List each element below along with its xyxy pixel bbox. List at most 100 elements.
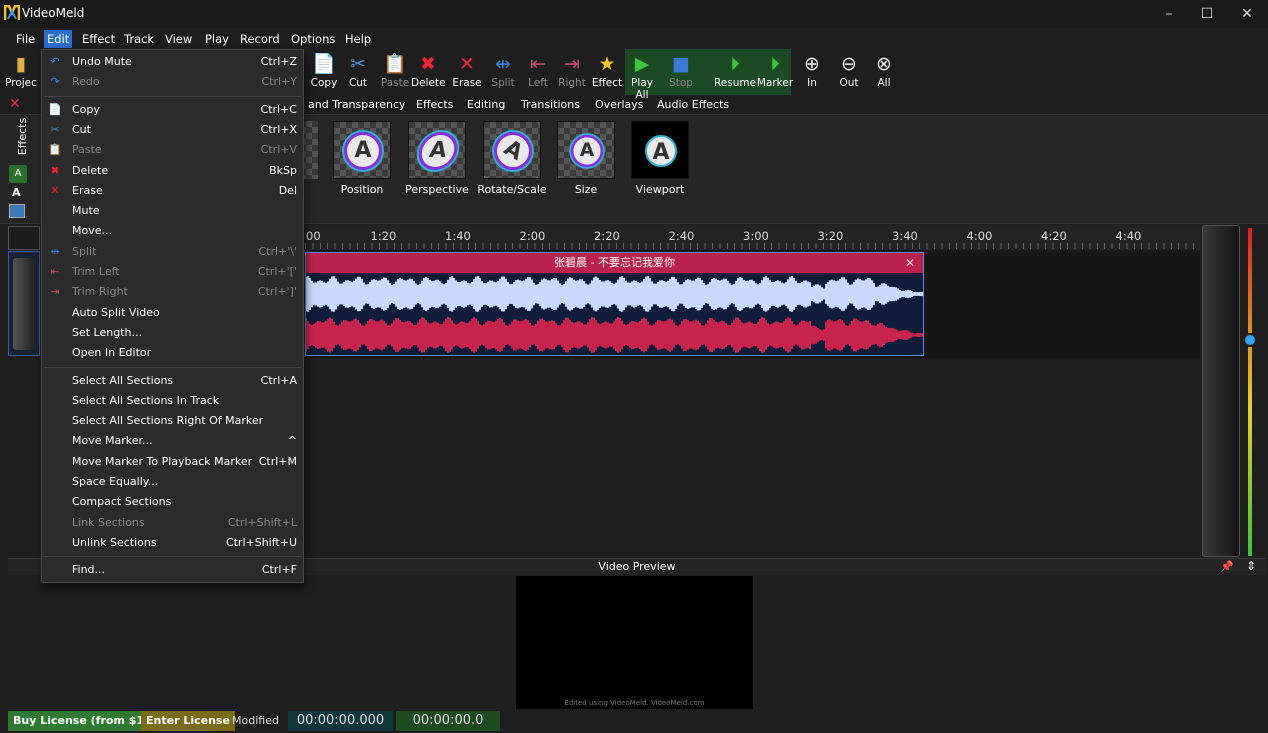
text-a-icon[interactable]: A [12,186,21,199]
audio-clip[interactable]: 张碧晨 - 不要忘记我爱你 ✕ [305,252,924,356]
effect-size[interactable]: A Size [551,121,621,196]
menu-item-label: Set Length... [72,325,142,339]
menu-item-shortcut: Ctrl+Y [261,75,297,89]
toolbar-label: Delete [411,77,446,89]
toolbar-effect-button[interactable]: ★ Effect [590,49,624,95]
menu-item-mute[interactable]: Mute [42,201,303,221]
menu-item-trim-left[interactable]: ⇤ Trim Left Ctrl+'[' [42,262,303,282]
toolbar-out-button[interactable]: ⊖ Out [832,49,866,95]
buy-license-button[interactable]: Buy License (from $19) [8,711,162,731]
toolbar-in-button[interactable]: ⊕ In [795,49,829,95]
effects-side-label[interactable]: Effects [16,118,29,155]
menu-item-open-in-editor[interactable]: Open In Editor [42,343,303,363]
tab-audio-effects[interactable]: Audio Effects [657,96,729,114]
toolbar-right-button[interactable]: ⇥ Right [555,49,589,95]
menu-record[interactable]: Record [237,30,283,48]
toolbar-split-button[interactable]: ⇹ Split [486,49,520,95]
toolbar-delete-button[interactable]: ✖ Delete [411,49,446,95]
menu-track[interactable]: Track [121,30,157,48]
star-icon: ★ [598,53,616,75]
close-panel-icon[interactable]: ✕ [9,96,21,112]
toolbar-erase-button[interactable]: ✕ Erase [450,49,484,95]
project-button[interactable]: ▮ Projec [4,49,38,95]
videomeld-logo-icon [4,5,20,21]
volume-knob[interactable] [1243,333,1257,347]
menu-item-cut[interactable]: ✂ Cut Ctrl+X [42,120,303,140]
tab-effects[interactable]: Effects [416,96,453,114]
menu-item-undo-mute[interactable]: ↶ Undo Mute Ctrl+Z [42,52,303,72]
menu-item-move-marker[interactable]: Move Marker... ^ [42,431,303,451]
menu-effect[interactable]: Effect [79,30,118,48]
menu-item-shortcut: Ctrl+Z [260,55,297,68]
ruler-label: 4:00 [966,229,993,243]
menu-item-shortcut: Ctrl+X [260,122,297,136]
menu-item-set-length[interactable]: Set Length... [42,323,303,343]
enter-license-button[interactable]: Enter License [141,711,235,731]
clip-close-icon[interactable]: ✕ [905,253,919,273]
menu-item-label: Link Sections [72,515,145,529]
track-header[interactable] [8,251,40,356]
toolbar-cut-button[interactable]: ✂ Cut [341,49,375,95]
close-window-button[interactable]: ✕ [1224,0,1268,28]
menu-item-find[interactable]: Find... Ctrl+F [42,560,303,580]
effect-perspective[interactable]: A Perspective [402,121,472,196]
toolbar-paste-button[interactable]: 📋 Paste [378,49,412,95]
effect-thumbnail: A [631,121,689,179]
menu-item-unlink-sections[interactable]: Unlink Sections Ctrl+Shift+U [42,533,303,553]
menu-item-select-all-sections[interactable]: Select All Sections Ctrl+A [42,371,303,391]
menu-play[interactable]: Play [202,30,232,48]
menu-item-select-right-of-marker[interactable]: Select All Sections Right Of Marker [42,411,303,431]
toolbar-play-all-button[interactable]: ▶ Play All [625,49,659,101]
track-volume-slider[interactable] [13,258,35,350]
toolbar-marker-button[interactable]: ⏵ Marker [755,49,795,95]
tab-transitions[interactable]: Transitions [521,96,580,114]
menu-item-link-sections[interactable]: Link Sections Ctrl+Shift+L [42,513,303,533]
menu-item-compact-sections[interactable]: Compact Sections [42,492,303,512]
menu-item-delete[interactable]: ✖ Delete BkSp [42,161,303,181]
toolbar-label: Out [839,77,859,89]
image-icon[interactable] [9,204,25,218]
menu-item-erase[interactable]: ✕ Erase Del [42,181,303,201]
tab-transparency[interactable]: and Transparency [308,96,406,114]
toolbar-left-button[interactable]: ⇤ Left [521,49,555,95]
clip-title: 张碧晨 - 不要忘记我爱你 [306,253,923,273]
menu-view[interactable]: View [162,30,195,48]
menu-item-move[interactable]: Move... [42,221,303,241]
expand-icon[interactable]: ⇕ [1246,559,1256,573]
toolbar-copy-button[interactable]: 📄 Copy [307,49,341,95]
menu-item-paste[interactable]: 📋 Paste Ctrl+V [42,140,303,160]
master-volume-slider[interactable] [1202,225,1240,557]
menu-item-label: Find... [72,563,106,577]
menu-item-split[interactable]: ⇹ Split Ctrl+'\' [42,242,303,262]
waveform-bottom [306,317,923,353]
effect-rotate-scale[interactable]: A Rotate/Scale [477,121,547,196]
menu-item-select-all-in-track[interactable]: Select All Sections In Track [42,391,303,411]
left-input-box[interactable] [8,226,40,250]
ruler-label: 1:40 [445,229,471,243]
menu-item-copy[interactable]: 📄 Copy Ctrl+C [42,100,303,120]
menu-help[interactable]: Help [342,30,374,48]
effect-a-icon[interactable]: A [9,165,27,183]
toolbar-label: Stop [669,77,693,89]
menu-item-trim-right[interactable]: ⇥ Trim Right Ctrl+']' [42,282,303,302]
menu-item-move-marker-to-playback[interactable]: Move Marker To Playback Marker Ctrl+M [42,452,303,472]
tab-overlays[interactable]: Overlays [595,96,644,114]
menu-edit[interactable]: Edit [44,30,73,48]
menu-separator [44,95,301,97]
toolbar-resume-button[interactable]: ⏵ Resume [709,49,761,95]
pin-icon[interactable]: 📌 [1220,560,1234,573]
effect-position[interactable]: A Position [327,121,397,196]
menu-options[interactable]: Options [288,30,338,48]
effect-viewport[interactable]: A Viewport [625,121,695,196]
toolbar-all-button[interactable]: ⊗ All [867,49,901,95]
menu-item-shortcut: Ctrl+Shift+U [225,535,297,549]
menu-item-space-equally[interactable]: Space Equally... [42,472,303,492]
menu-item-auto-split-video[interactable]: Auto Split Video [42,303,303,323]
timeline-empty-area[interactable] [305,358,1200,558]
toolbar-stop-button[interactable]: ■ Stop [664,49,698,95]
menu-item-redo[interactable]: ↷ Redo Ctrl+Y [42,72,303,92]
app-title: VideoMeld [22,6,85,20]
video-preview[interactable]: Edited using VideoMeld. VideoMeld.com [516,576,753,709]
menu-file[interactable]: File [13,30,38,48]
tab-editing[interactable]: Editing [467,96,505,114]
